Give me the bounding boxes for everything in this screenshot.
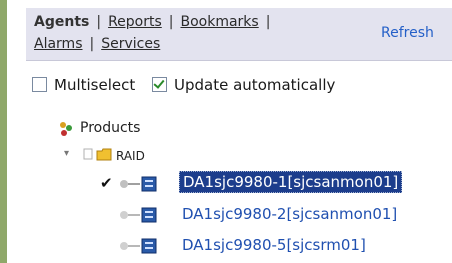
nav-separator: | [89, 36, 95, 52]
tree-connector-icon [83, 148, 93, 160]
nav-services[interactable]: Services [101, 36, 160, 52]
nav-agents[interactable]: Agents [34, 14, 89, 30]
nav-bookmarks[interactable]: Bookmarks [180, 14, 258, 30]
server-icon [120, 176, 157, 192]
refresh-link[interactable]: Refresh [381, 25, 434, 41]
products-icon [60, 122, 72, 136]
checkmark-icon: ✔ [100, 174, 113, 192]
nav-line-2: Alarms | Services [34, 36, 160, 52]
nav-separator: | [168, 14, 174, 30]
tree-server-item[interactable]: DA1sjc9980-5[sjcsrm01] [179, 236, 369, 254]
server-icon [120, 238, 157, 254]
tree-server-item[interactable]: DA1sjc9980-1[sjcsanmon01] [179, 171, 403, 193]
left-rail [0, 0, 7, 263]
nav-alarms[interactable]: Alarms [34, 36, 83, 52]
tree-root-products[interactable]: Products [80, 120, 140, 136]
server-icon [120, 207, 157, 223]
nav-line-1: Agents | Reports | Bookmarks | [34, 14, 277, 30]
folder-icon [96, 148, 112, 161]
options-row: Multiselect Update automatically [32, 76, 347, 94]
multiselect-checkbox[interactable] [32, 77, 47, 92]
nav-bar: Agents | Reports | Bookmarks | Alarms | Service… [26, 8, 452, 61]
tree-server-item[interactable]: DA1sjc9980-2[sjcsanmon01] [179, 205, 400, 223]
nav-reports[interactable]: Reports [108, 14, 162, 30]
update-automatically-label: Update automatically [174, 76, 336, 94]
multiselect-label: Multiselect [54, 76, 136, 94]
collapse-icon[interactable]: ▾ [64, 148, 69, 159]
server-label[interactable]: DA1sjc9980-2[sjcsanmon01] [179, 204, 400, 224]
update-automatically-checkbox[interactable] [152, 77, 168, 92]
tree-group-raid[interactable]: RAID [116, 149, 145, 163]
server-label[interactable]: DA1sjc9980-5[sjcsrm01] [179, 235, 369, 255]
nav-separator: | [96, 14, 102, 30]
nav-separator: | [265, 14, 271, 30]
server-label[interactable]: DA1sjc9980-1[sjcsanmon01] [179, 171, 403, 193]
